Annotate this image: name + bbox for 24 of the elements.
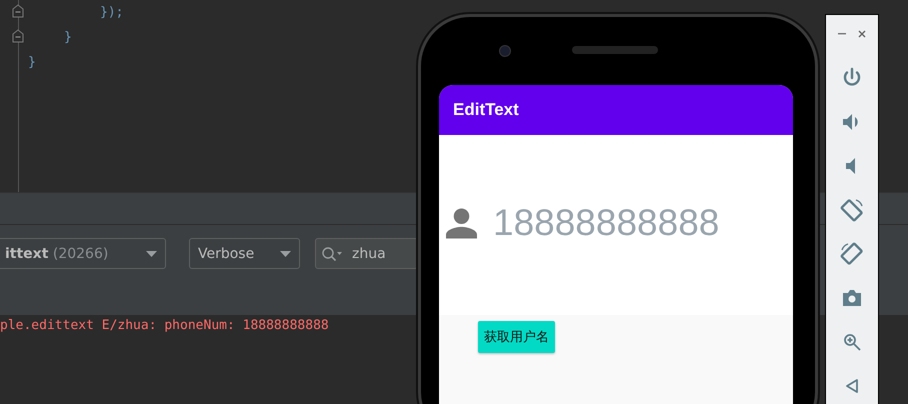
- search-field[interactable]: zhua: [315, 238, 418, 269]
- rotate-right-icon[interactable]: [840, 242, 864, 266]
- zoom-in-icon[interactable]: [843, 332, 861, 350]
- code-line: }: [64, 30, 72, 45]
- person-icon: [446, 208, 477, 238]
- rotate-left-icon[interactable]: [840, 198, 864, 222]
- code-line: }: [28, 55, 36, 70]
- code-line: });: [100, 5, 124, 20]
- app-title: EditText: [453, 100, 519, 120]
- fold-marker-icon[interactable]: [12, 4, 24, 18]
- log-level-dropdown[interactable]: Verbose: [189, 238, 300, 269]
- back-icon[interactable]: [845, 378, 859, 394]
- close-icon[interactable]: [858, 30, 866, 38]
- power-icon[interactable]: [842, 66, 862, 88]
- caret-icon: [146, 250, 157, 256]
- fold-marker-icon[interactable]: [12, 29, 24, 43]
- camera-lens-icon: [499, 45, 511, 57]
- caret-icon: [280, 250, 291, 256]
- minimize-icon[interactable]: [838, 33, 846, 35]
- process-dropdown[interactable]: ittext (20266): [0, 238, 166, 269]
- search-icon: [321, 246, 343, 262]
- get-username-button[interactable]: 获取用户名: [478, 321, 555, 353]
- camera-icon[interactable]: [842, 288, 862, 306]
- log-message: ple.edittext E/zhua: phoneNum: 18888888888: [0, 318, 330, 333]
